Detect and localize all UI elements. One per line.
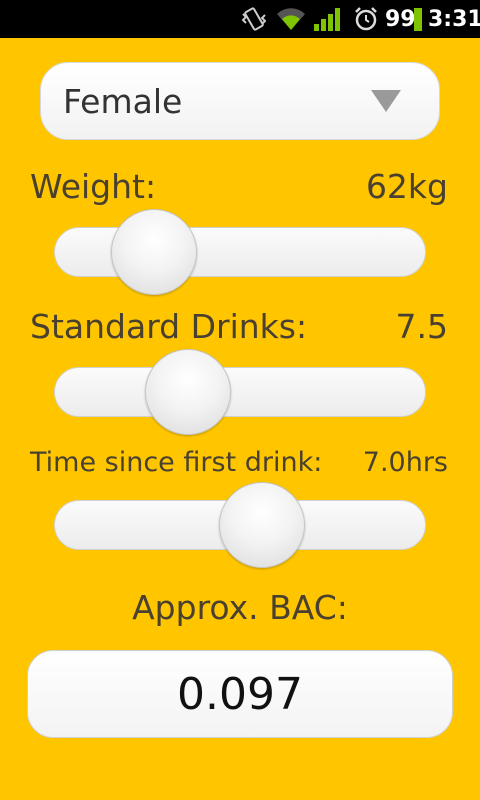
battery-icon [414, 0, 422, 38]
alarm-icon [353, 0, 379, 38]
time-since-label: Time since first drink: [30, 447, 323, 478]
signal-icon [312, 0, 342, 38]
status-bar: 99 3:31 [0, 0, 480, 38]
weight-value: 62kg [365, 167, 448, 206]
drinks-label: Standard Drinks: [30, 307, 308, 346]
gender-selected-value: Female [63, 82, 183, 121]
chevron-down-icon [370, 89, 402, 117]
time-since-value: 7.0hrs [362, 447, 448, 478]
bac-result: 0.097 [27, 650, 453, 738]
drinks-slider[interactable] [54, 367, 426, 417]
drinks-value: 7.5 [395, 307, 448, 346]
weight-slider-thumb[interactable] [111, 209, 198, 295]
drinks-slider-thumb[interactable] [144, 349, 231, 435]
bac-label: Approx. BAC: [132, 588, 348, 627]
clock: 3:31 [428, 6, 480, 32]
time-since-slider-thumb[interactable] [219, 482, 306, 568]
weight-slider[interactable] [54, 227, 426, 277]
wifi-icon [276, 0, 306, 38]
weight-label: Weight: [30, 167, 157, 206]
vibrate-icon [240, 0, 268, 38]
battery-level: 99 [385, 6, 416, 32]
gender-dropdown[interactable]: Female [40, 62, 440, 140]
